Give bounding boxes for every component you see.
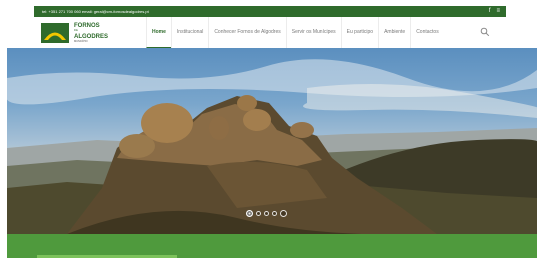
slider-dot-4[interactable]: [272, 211, 277, 216]
main-nav: Home Institucional Conhecer Fornos de Al…: [146, 17, 444, 48]
nav-item-ambiente[interactable]: Ambiente: [378, 17, 410, 48]
green-content-bar: [7, 234, 537, 258]
rss-icon[interactable]: ≡: [496, 6, 500, 17]
contact-info: tel: +351 271 700 060 email: geral@cm-fo…: [42, 9, 149, 14]
social-links: f ≡: [489, 6, 500, 17]
slider-dot-3[interactable]: [264, 211, 269, 216]
site-logo[interactable]: FORNOS DE ALGODRES MUNICÍPIO: [41, 20, 121, 46]
logo-line-algodres: ALGODRES: [74, 33, 109, 40]
logo-emblem-icon: [41, 23, 69, 43]
nav-item-servir[interactable]: Servir os Munícipes: [285, 17, 341, 48]
hero-slider[interactable]: [7, 48, 537, 234]
nav-item-conhecer[interactable]: Conhecer Fornos de Algodres: [208, 17, 285, 48]
slider-dot-5[interactable]: [280, 210, 287, 217]
facebook-icon[interactable]: f: [489, 6, 491, 17]
slider-dot-1[interactable]: [246, 210, 253, 217]
hero-landscape-image: [7, 59, 537, 234]
nav-item-home[interactable]: Home: [146, 17, 171, 48]
logo-line-municipio: MUNICÍPIO: [74, 39, 88, 43]
logo-text: FORNOS DE ALGODRES MUNICÍPIO: [74, 23, 108, 43]
logo-line-fornos: FORNOS: [74, 22, 100, 29]
search-icon[interactable]: [480, 27, 490, 37]
slider-dot-2[interactable]: [256, 211, 261, 216]
top-contact-bar: tel: +351 271 700 060 email: geral@cm-fo…: [34, 6, 506, 17]
site-header: FORNOS DE ALGODRES MUNICÍPIO Home Instit…: [34, 17, 506, 48]
logo-line-de: DE: [74, 28, 79, 32]
nav-item-institucional[interactable]: Institucional: [170, 17, 208, 48]
nav-item-participo[interactable]: Eu participo: [340, 17, 378, 48]
nav-item-contactos[interactable]: Contactos: [410, 17, 444, 48]
slider-dots: [246, 210, 287, 217]
